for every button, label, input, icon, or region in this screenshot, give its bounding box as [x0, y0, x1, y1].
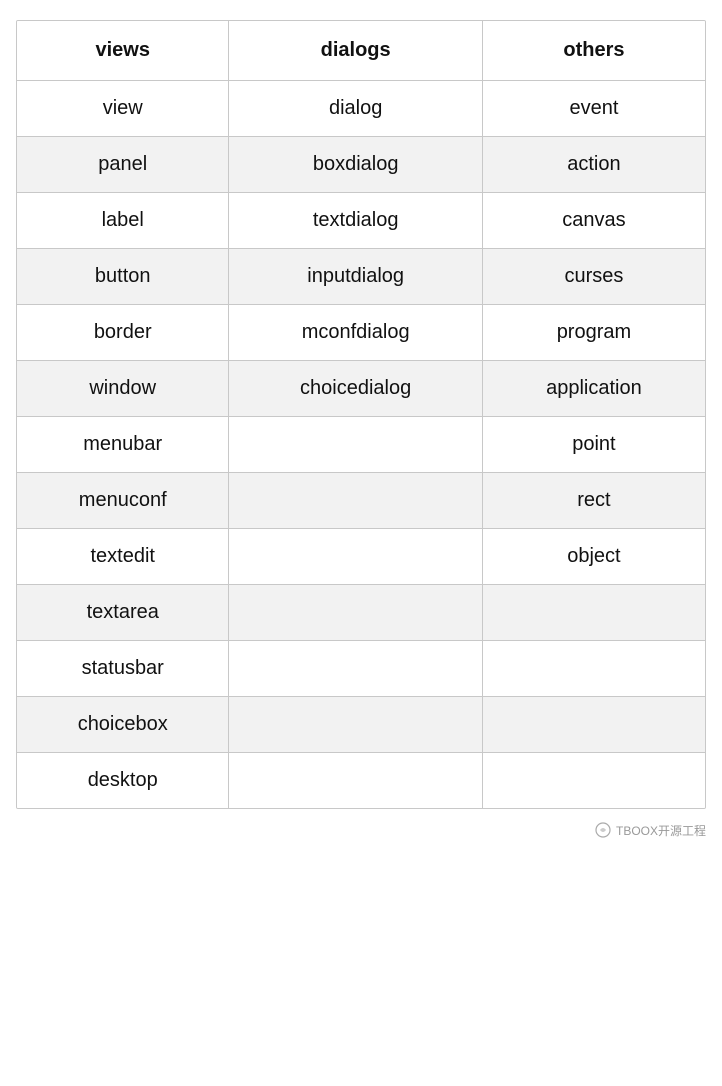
- table-header-row: views dialogs others: [17, 21, 705, 81]
- table-cell: action: [482, 137, 705, 193]
- table-cell: textedit: [17, 529, 229, 585]
- table-cell: choicedialog: [229, 361, 482, 417]
- watermark-icon: [594, 821, 612, 839]
- table-row: labeltextdialogcanvas: [17, 193, 705, 249]
- table-row: menubar point: [17, 417, 705, 473]
- table-cell: application: [482, 361, 705, 417]
- table-cell: panel: [17, 137, 229, 193]
- data-table: views dialogs others viewdialogeventpane…: [17, 21, 705, 808]
- table-cell: [229, 641, 482, 697]
- watermark-text: TBOOX开源工程: [616, 822, 706, 839]
- watermark: TBOOX开源工程: [16, 821, 706, 839]
- table-row: statusbar: [17, 641, 705, 697]
- table-cell: [482, 753, 705, 809]
- table-row: textedit object: [17, 529, 705, 585]
- table-cell: [229, 473, 482, 529]
- table-cell: dialog: [229, 81, 482, 137]
- table-cell: rect: [482, 473, 705, 529]
- table-cell: menubar: [17, 417, 229, 473]
- table-cell: choicebox: [17, 697, 229, 753]
- table-cell: boxdialog: [229, 137, 482, 193]
- table-cell: border: [17, 305, 229, 361]
- table-cell: [229, 697, 482, 753]
- table-cell: inputdialog: [229, 249, 482, 305]
- table-cell: event: [482, 81, 705, 137]
- table-cell: button: [17, 249, 229, 305]
- table-cell: textdialog: [229, 193, 482, 249]
- main-table-container: views dialogs others viewdialogeventpane…: [16, 20, 706, 809]
- table-cell: mconfdialog: [229, 305, 482, 361]
- table-row: panelboxdialogaction: [17, 137, 705, 193]
- table-cell: [482, 641, 705, 697]
- col-header-views: views: [17, 21, 229, 81]
- table-row: textarea: [17, 585, 705, 641]
- table-cell: statusbar: [17, 641, 229, 697]
- table-cell: curses: [482, 249, 705, 305]
- table-row: menuconf rect: [17, 473, 705, 529]
- table-cell: [229, 529, 482, 585]
- table-cell: desktop: [17, 753, 229, 809]
- table-row: bordermconfdialogprogram: [17, 305, 705, 361]
- table-cell: [229, 585, 482, 641]
- table-cell: point: [482, 417, 705, 473]
- table-cell: canvas: [482, 193, 705, 249]
- table-cell: label: [17, 193, 229, 249]
- table-cell: window: [17, 361, 229, 417]
- table-cell: textarea: [17, 585, 229, 641]
- table-cell: object: [482, 529, 705, 585]
- table-row: viewdialogevent: [17, 81, 705, 137]
- table-cell: menuconf: [17, 473, 229, 529]
- table-row: windowchoicedialogapplication: [17, 361, 705, 417]
- table-cell: view: [17, 81, 229, 137]
- table-row: buttoninputdialogcurses: [17, 249, 705, 305]
- col-header-others: others: [482, 21, 705, 81]
- table-cell: [482, 697, 705, 753]
- table-row: desktop: [17, 753, 705, 809]
- table-cell: [229, 753, 482, 809]
- table-cell: [229, 417, 482, 473]
- table-cell: [482, 585, 705, 641]
- col-header-dialogs: dialogs: [229, 21, 482, 81]
- table-cell: program: [482, 305, 705, 361]
- table-row: choicebox: [17, 697, 705, 753]
